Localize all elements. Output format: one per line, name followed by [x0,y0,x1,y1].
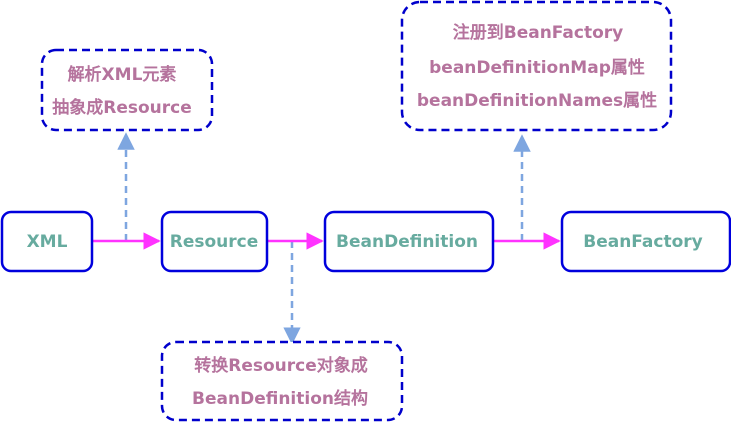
node-resource-label: Resource [170,232,259,252]
note-parse-line-1: 解析XML元素 [68,64,177,85]
note-parse: 解析XML元素 抽象成Resource [40,48,214,132]
node-xml: XML [0,210,94,273]
node-bean-definition: BeanDefinition [323,210,495,273]
node-bean-factory-label: BeanFactory [583,232,703,252]
note-register-line-1: 注册到BeanFactory [453,22,624,43]
node-xml-label: XML [27,232,68,252]
note-register-line-2: beanDefinitionMap属性 [429,57,645,78]
note-parse-line-2: 抽象成Resource [52,97,192,118]
note-convert-line-1: 转换Resource对象成 [194,355,368,376]
note-register: 注册到BeanFactory beanDefinitionMap属性 beanD… [400,0,673,132]
node-resource: Resource [160,210,269,273]
node-bean-definition-label: BeanDefinition [336,232,478,252]
flow-diagram: XML Resource BeanDefinition BeanFactory … [0,0,731,422]
note-convert-line-2: BeanDefinition结构 [192,388,368,409]
node-bean-factory: BeanFactory [560,210,731,273]
note-register-line-3: beanDefinitionNames属性 [417,90,657,111]
note-convert: 转换Resource对象成 BeanDefinition结构 [160,340,404,422]
